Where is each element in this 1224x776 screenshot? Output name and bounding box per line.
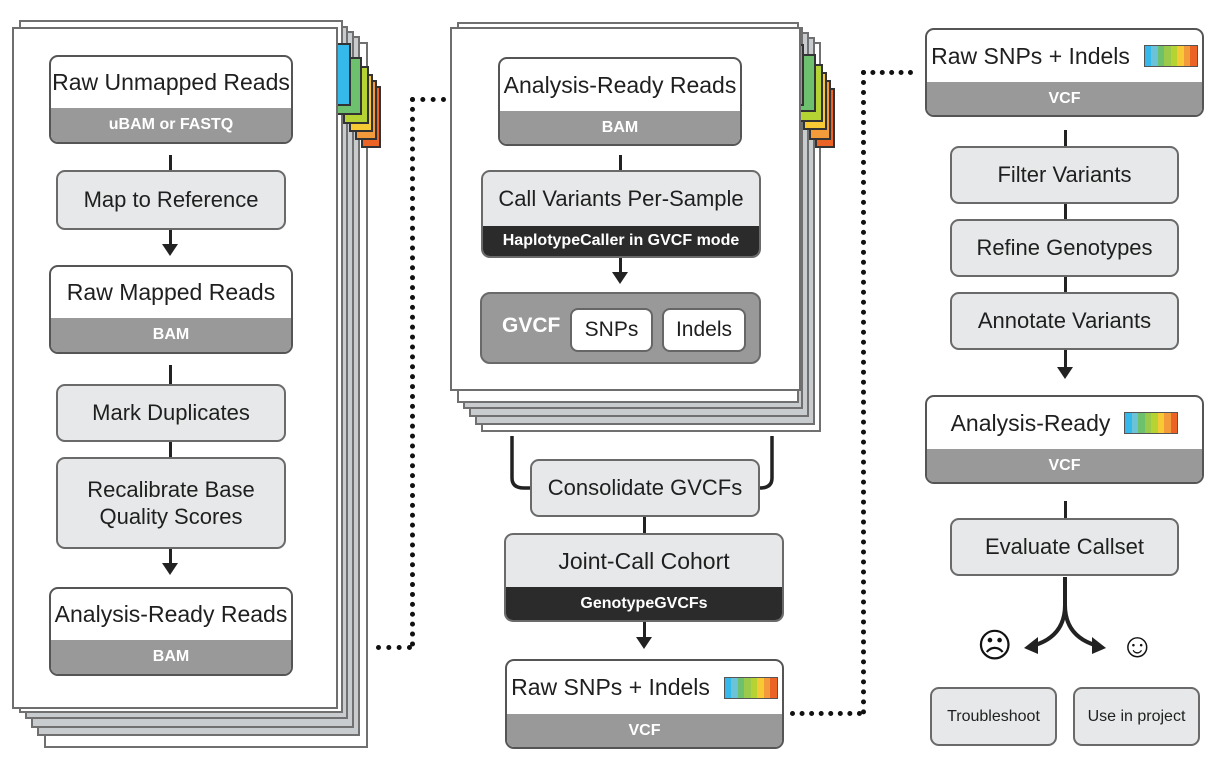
dotted-connector — [861, 70, 913, 75]
dotted-connector — [376, 645, 412, 650]
node-title: Raw Mapped Reads — [66, 279, 276, 305]
node-title-row: Analysis-Ready — [927, 397, 1202, 449]
filter-variants-step: Filter Variants — [950, 146, 1179, 204]
snps-badge: SNPs — [570, 308, 653, 352]
node-title: Analysis-Ready Reads — [503, 71, 737, 98]
consolidate-gvcfs-step: Consolidate GVCFs — [530, 459, 760, 517]
arrow-left-icon — [1024, 637, 1038, 654]
evaluate-callset-step: Evaluate Callset — [950, 518, 1179, 576]
node-title: Call Variants Per-Sample — [498, 186, 744, 211]
connector-line — [1064, 204, 1067, 220]
node-title: Joint-Call Cohort — [558, 547, 730, 574]
node-format: BAM — [51, 318, 291, 352]
connector-line — [643, 622, 646, 638]
node-format: VCF — [927, 449, 1202, 482]
happy-face-icon: ☺ — [1120, 627, 1155, 665]
node-format: VCF — [927, 82, 1202, 115]
indels-badge: Indels — [662, 308, 746, 352]
rainbow-swatch — [770, 677, 777, 698]
connector-line — [169, 155, 172, 170]
dotted-connector — [410, 97, 446, 102]
rainbow-swatch — [1190, 46, 1197, 66]
node-title-row: Raw SNPs + Indels — [507, 661, 782, 714]
arrow-down-icon — [162, 244, 178, 256]
node-format: BAM — [500, 111, 740, 144]
connector-line — [1064, 501, 1067, 519]
raw-snps-indels-node-3: Raw SNPs + Indels VCF — [925, 28, 1204, 117]
node-title: Raw Unmapped Reads — [52, 69, 290, 95]
raw-snps-indels-node: Raw SNPs + Indels VCF — [505, 659, 784, 749]
connector-line — [169, 365, 172, 385]
dotted-connector — [410, 97, 415, 647]
arrow-right-icon — [1092, 637, 1106, 654]
rainbow-swatch — [1170, 413, 1178, 433]
connector-line — [1064, 350, 1067, 368]
rainbow-legend-icon — [723, 676, 778, 699]
raw-mapped-reads-node: Raw Mapped Reads BAM — [49, 265, 293, 354]
raw-unmapped-reads-node: Raw Unmapped Reads uBAM or FASTQ — [49, 55, 293, 144]
rainbow-legend-icon — [1124, 412, 1179, 434]
rainbow-legend-icon — [1143, 45, 1198, 67]
connector-line — [1064, 277, 1067, 293]
gvcf-label: GVCF — [502, 314, 561, 337]
step-line: Recalibrate Base — [87, 476, 255, 502]
analysis-ready-reads-node-2: Analysis-Ready Reads BAM — [498, 57, 742, 146]
connector-line — [619, 155, 622, 171]
node-title: Raw SNPs + Indels — [511, 674, 710, 700]
node-title: Analysis-Ready Reads — [54, 601, 288, 627]
node-title: Analysis-Ready — [950, 409, 1111, 436]
joint-call-cohort-node: Joint-Call Cohort GenotypeGVCFs — [504, 533, 784, 622]
analysis-ready-vcf-node: Analysis-Ready VCF — [925, 395, 1204, 484]
node-format: VCF — [507, 714, 782, 747]
step-line: Quality Scores — [99, 504, 243, 529]
annotate-variants-step: Annotate Variants — [950, 292, 1179, 350]
node-tool: GenotypeGVCFs — [506, 587, 782, 620]
node-format: uBAM or FASTQ — [51, 108, 291, 142]
gvcf-container: GVCF SNPs Indels — [480, 292, 761, 364]
node-title-row: Raw SNPs + Indels — [927, 30, 1202, 82]
fork-arrows — [1024, 577, 1106, 654]
refine-genotypes-step: Refine Genotypes — [950, 219, 1179, 277]
mark-duplicates-step: Mark Duplicates — [56, 384, 286, 442]
node-format: BAM — [51, 640, 291, 674]
dotted-connector — [790, 711, 862, 716]
sad-face-icon: ☹ — [977, 627, 1013, 665]
connector-line — [1064, 130, 1067, 147]
arrow-down-icon — [162, 563, 178, 575]
call-variants-node: Call Variants Per-Sample HaplotypeCaller… — [481, 170, 761, 258]
arrow-down-icon — [612, 272, 628, 284]
arrow-down-icon — [636, 637, 652, 649]
node-tool: HaplotypeCaller in GVCF mode — [483, 226, 759, 256]
connector-line — [169, 442, 172, 458]
connector-line — [643, 517, 646, 533]
recalibrate-step: Recalibrate Base Quality Scores — [56, 457, 286, 549]
use-in-project-step: Use in project — [1073, 687, 1200, 746]
analysis-ready-reads-node: Analysis-Ready Reads BAM — [49, 587, 293, 676]
dotted-connector — [861, 70, 866, 715]
node-title: Raw SNPs + Indels — [931, 42, 1130, 69]
map-to-reference-step: Map to Reference — [56, 170, 286, 230]
arrow-down-icon — [1057, 367, 1073, 379]
troubleshoot-step: Troubleshoot — [930, 687, 1057, 746]
